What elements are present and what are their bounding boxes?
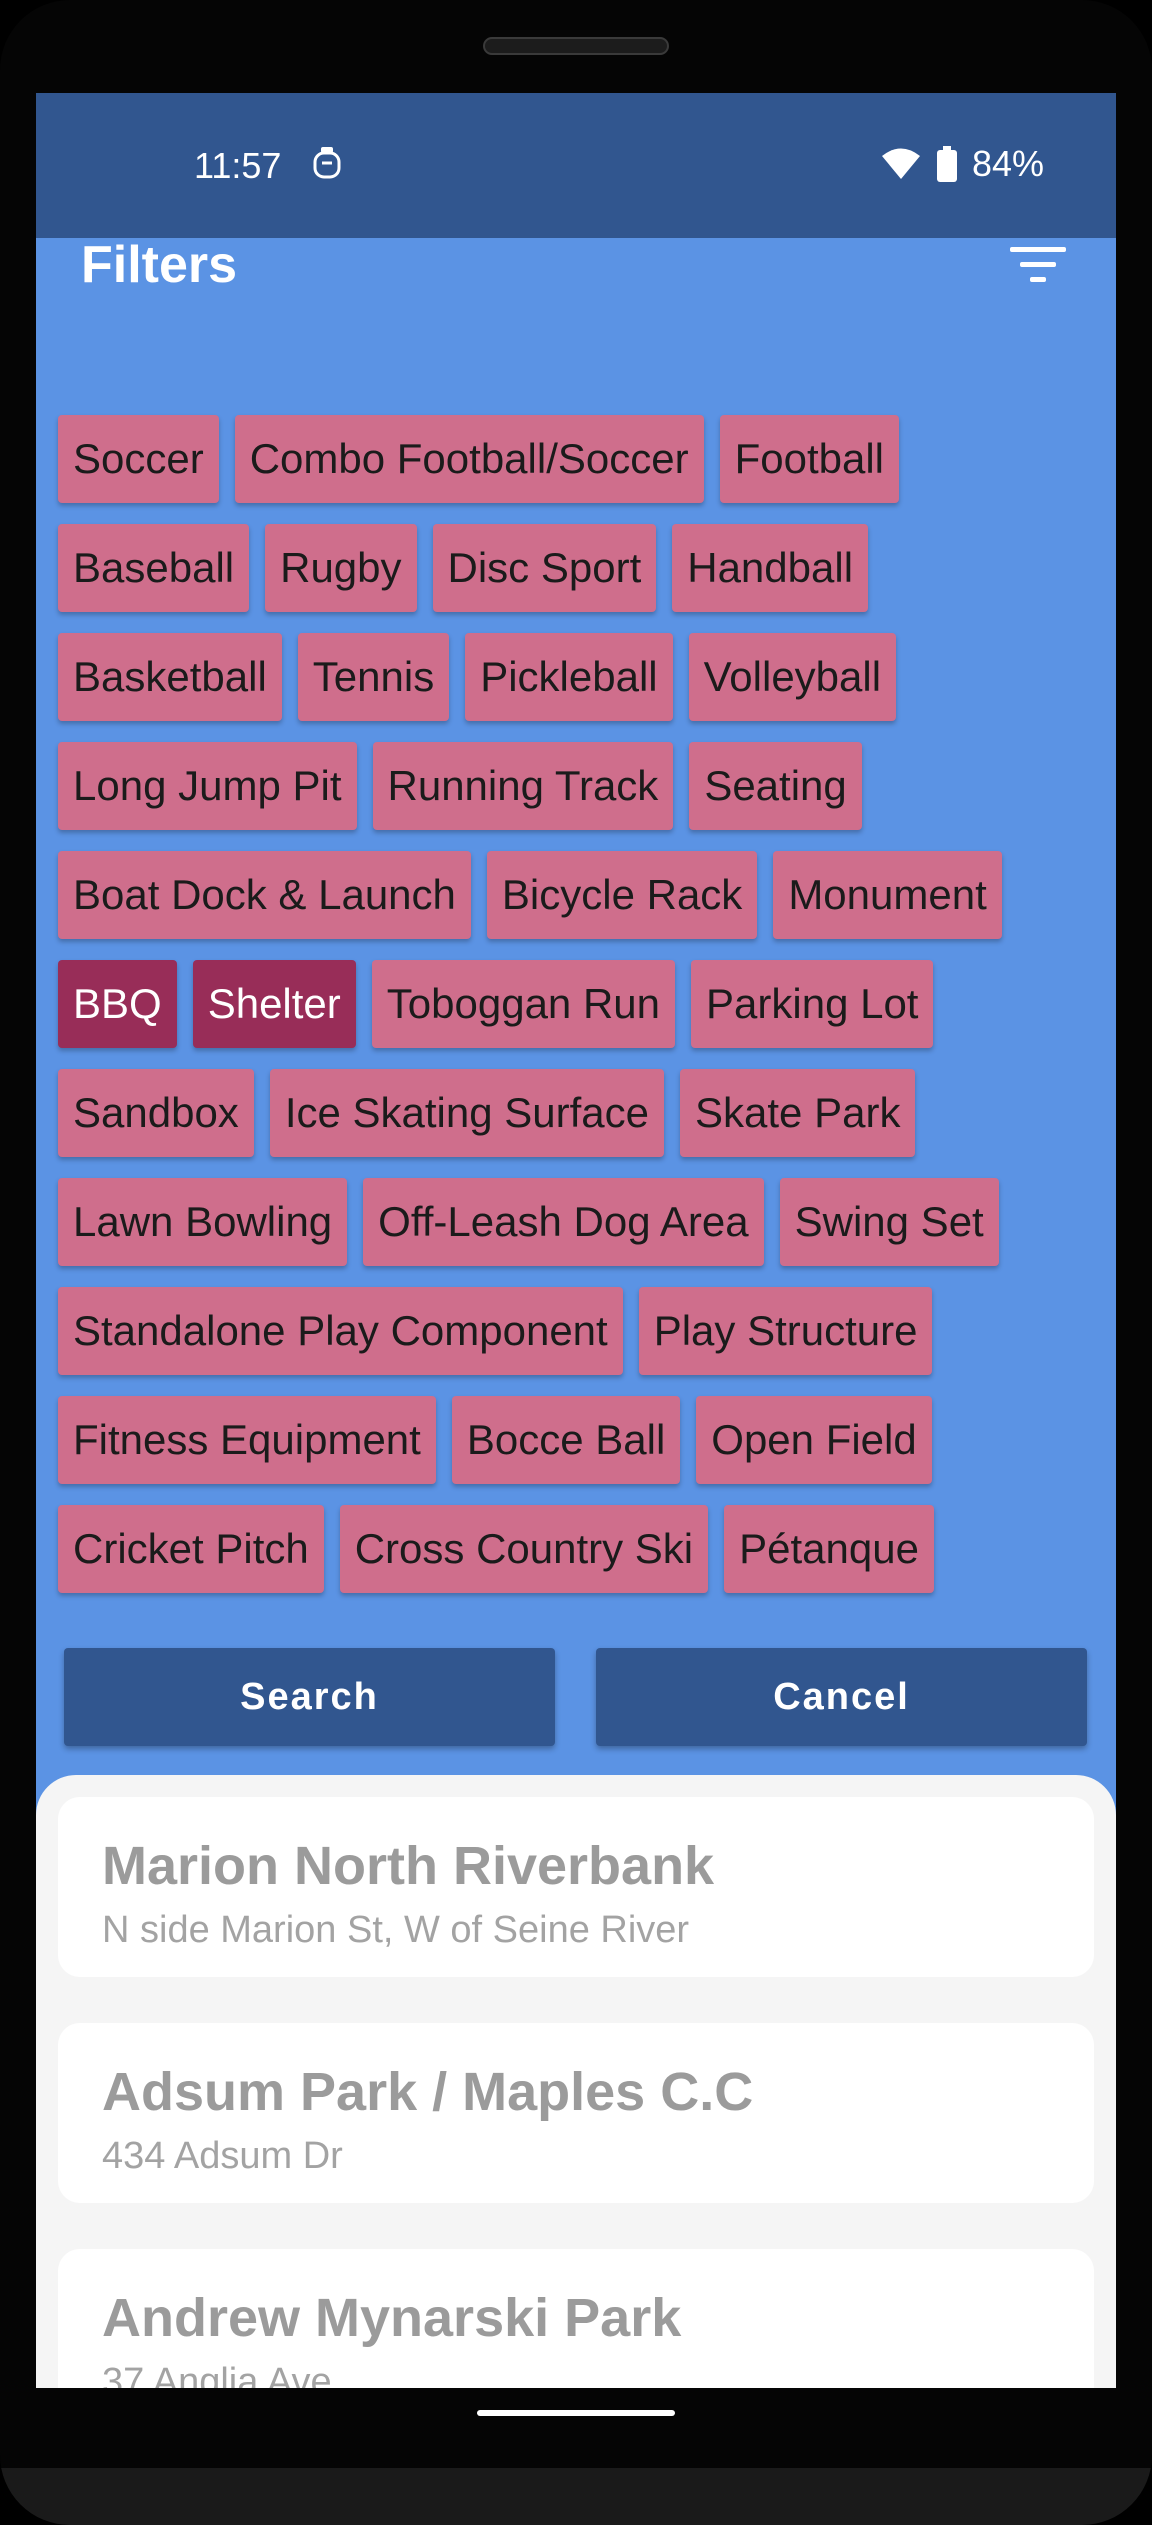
park-address: 37 Anglia Ave <box>102 2361 332 2388</box>
chip-row: Baseball Rugby Disc Sport Handball <box>58 524 1098 612</box>
filter-chip[interactable]: Long Jump Pit <box>58 742 357 830</box>
filter-chip[interactable]: Soccer <box>58 415 219 503</box>
status-time: 11:57 <box>194 145 282 186</box>
filter-chip[interactable]: Bocce Ball <box>451 1396 681 1484</box>
bottom-bezel <box>0 2468 1152 2525</box>
filter-chip[interactable]: Cross Country Ski <box>339 1505 709 1593</box>
chip-row: Lawn Bowling Off-Leash Dog Area Swing Set <box>58 1178 1098 1266</box>
filter-chip[interactable]: Swing Set <box>779 1178 999 1266</box>
filter-chip[interactable]: Pétanque <box>724 1505 934 1593</box>
filter-chip[interactable]: Handball <box>672 524 869 612</box>
phone-frame: 11:57 84% Filters Soccer Combo Football/… <box>0 0 1152 2525</box>
filter-chip[interactable]: Open Field <box>696 1396 932 1484</box>
filter-chip[interactable]: Boat Dock & Launch <box>58 851 471 939</box>
chip-row: BBQ Shelter Toboggan Run Parking Lot <box>58 960 1098 1048</box>
search-button[interactable]: Search <box>64 1648 555 1746</box>
filter-chip[interactable]: Shelter <box>192 960 356 1048</box>
wifi-icon <box>881 148 920 179</box>
amenity-filter-chips: Soccer Combo Football/Soccer Football Baseb… <box>58 415 1098 1614</box>
robot-icon <box>313 147 341 179</box>
park-address: N side Marion St, W of Seine River <box>102 1909 690 1951</box>
battery-percent: 84% <box>971 143 1044 184</box>
park-name: Andrew Mynarski Park <box>102 2288 682 2348</box>
filter-chip[interactable]: Running Track <box>372 742 674 830</box>
park-card[interactable]: Adsum Park / Maples C.C 434 Adsum Dr <box>58 2023 1094 2203</box>
filter-chip[interactable]: Off-Leash Dog Area <box>363 1178 764 1266</box>
park-card[interactable]: Andrew Mynarski Park 37 Anglia Ave <box>58 2249 1094 2388</box>
filter-chip[interactable]: Skate Park <box>680 1069 916 1157</box>
chip-row: Cricket Pitch Cross Country Ski Pétanque <box>58 1505 1098 1593</box>
chip-row: Sandbox Ice Skating Surface Skate Park <box>58 1069 1098 1157</box>
filter-chip[interactable]: Volleyball <box>688 633 897 721</box>
filter-chip[interactable]: Tennis <box>297 633 450 721</box>
chip-row: Boat Dock & Launch Bicycle Rack Monument <box>58 851 1098 939</box>
filter-chip[interactable]: BBQ <box>58 960 177 1048</box>
filter-chip[interactable]: Football <box>719 415 900 503</box>
status-bar: 11:57 84% <box>36 93 1116 238</box>
status-right-group: 84% <box>880 143 1044 185</box>
filter-chip[interactable]: Cricket Pitch <box>58 1505 324 1593</box>
chip-row: Soccer Combo Football/Soccer Football <box>58 415 1098 503</box>
filter-chip[interactable]: Monument <box>773 851 1002 939</box>
filter-chip[interactable]: Rugby <box>265 524 417 612</box>
chip-row: Basketball Tennis Pickleball Volleyball <box>58 633 1098 721</box>
park-card[interactable]: Marion North Riverbank N side Marion St,… <box>58 1797 1094 1977</box>
park-name: Adsum Park / Maples C.C <box>102 2062 754 2122</box>
page-title: Filters <box>81 236 238 294</box>
filter-chip[interactable]: Play Structure <box>638 1287 933 1375</box>
filter-chip[interactable]: Parking Lot <box>691 960 934 1048</box>
filter-chip[interactable]: Seating <box>689 742 862 830</box>
filter-chip[interactable]: Disc Sport <box>432 524 657 612</box>
filter-icon[interactable] <box>1010 243 1066 287</box>
filter-chip[interactable]: Lawn Bowling <box>58 1178 348 1266</box>
battery-icon <box>936 146 957 182</box>
filter-chip[interactable]: Baseball <box>58 524 250 612</box>
filter-chip[interactable]: Sandbox <box>58 1069 254 1157</box>
filter-chip[interactable]: Ice Skating Surface <box>269 1069 665 1157</box>
home-indicator[interactable] <box>477 2410 675 2416</box>
chip-row: Fitness Equipment Bocce Ball Open Field <box>58 1396 1098 1484</box>
chip-row: Long Jump Pit Running Track Seating <box>58 742 1098 830</box>
cancel-button[interactable]: Cancel <box>596 1648 1087 1746</box>
earpiece-speaker <box>483 37 669 55</box>
filter-chip[interactable]: Standalone Play Component <box>58 1287 623 1375</box>
filter-chip[interactable]: Combo Football/Soccer <box>234 415 704 503</box>
results-sheet: Marion North Riverbank N side Marion St,… <box>36 1775 1116 2388</box>
filter-chip[interactable]: Basketball <box>58 633 282 721</box>
filter-chip[interactable]: Pickleball <box>465 633 673 721</box>
park-name: Marion North Riverbank <box>102 1836 715 1896</box>
screen: 11:57 84% Filters Soccer Combo Football/… <box>36 93 1116 2388</box>
filter-chip[interactable]: Toboggan Run <box>371 960 676 1048</box>
filter-chip[interactable]: Fitness Equipment <box>58 1396 436 1484</box>
chip-row: Standalone Play Component Play Structure <box>58 1287 1098 1375</box>
park-address: 434 Adsum Dr <box>102 2135 343 2177</box>
filter-chip[interactable]: Bicycle Rack <box>486 851 758 939</box>
